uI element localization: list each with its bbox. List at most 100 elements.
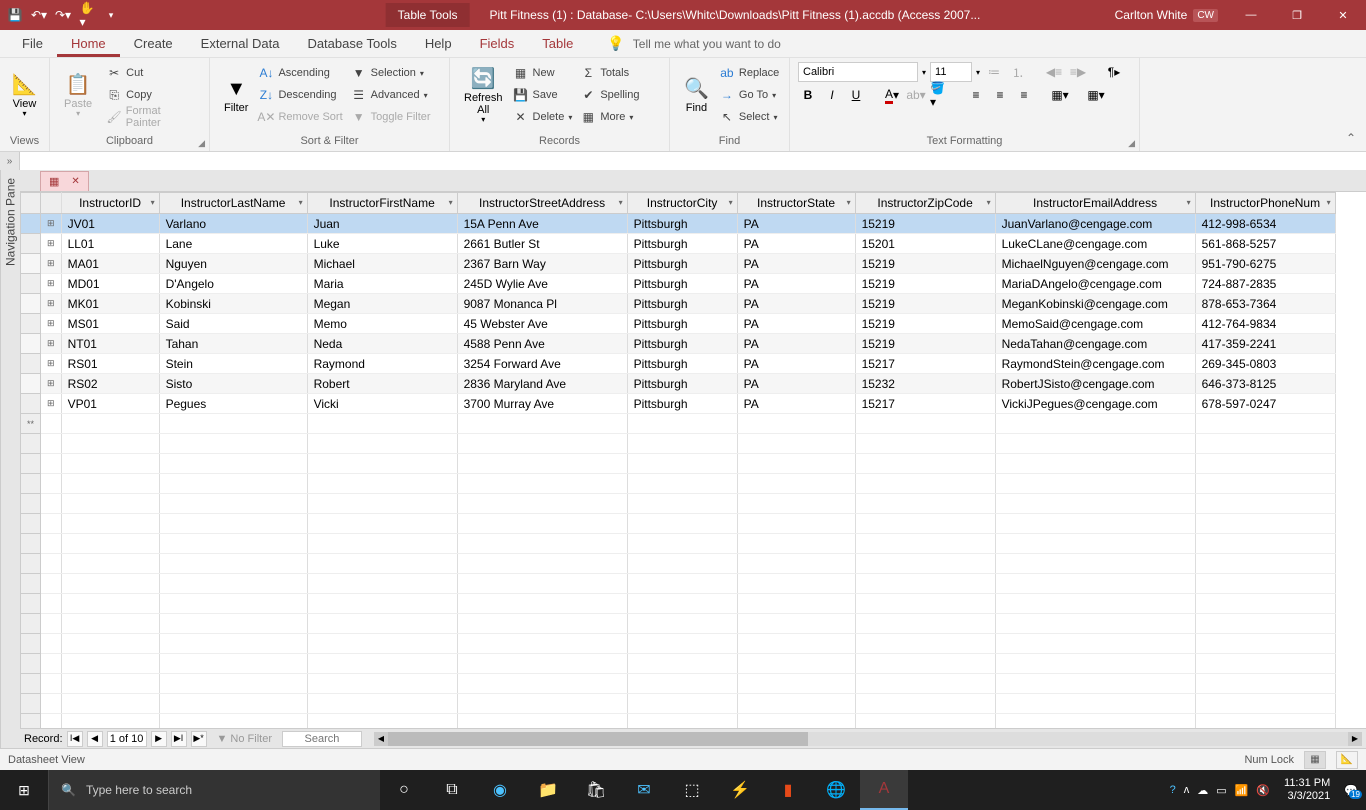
table-row[interactable]: ⊞RS02SistoRobert2836 Maryland AvePittsbu… [21,374,1336,394]
table-row[interactable]: ⊞MK01KobinskiMegan9087 Monanca PlPittsbu… [21,294,1336,314]
access-icon[interactable]: A [860,770,908,810]
cell[interactable]: 2367 Barn Way [457,254,627,274]
cell[interactable]: 678-597-0247 [1195,394,1335,414]
cell[interactable]: 245D Wylie Ave [457,274,627,294]
cell[interactable]: 15217 [855,394,995,414]
tab-file[interactable]: File [8,30,57,57]
cell[interactable]: Pittsburgh [627,254,737,274]
cell[interactable] [627,414,737,434]
help-tray-icon[interactable]: ? [1170,784,1176,796]
cell[interactable]: Pittsburgh [627,214,737,234]
wifi-icon[interactable]: 📶 [1235,784,1249,797]
cell[interactable]: 269-345-0803 [1195,354,1335,374]
advanced-button[interactable]: ☰Advanced▾ [347,84,435,106]
delete-button[interactable]: ✕Delete▾ [509,106,577,128]
new-record-row[interactable]: * [21,414,1336,434]
dropbox-icon[interactable]: ⬚ [668,770,716,810]
expand-icon[interactable]: ⊞ [41,274,62,294]
scroll-right-icon[interactable]: ▶ [1348,732,1362,746]
cell[interactable]: 412-764-9834 [1195,314,1335,334]
cell[interactable]: PA [737,254,855,274]
column-dropdown-icon[interactable]: ▾ [1187,198,1191,207]
cell[interactable]: 412-998-6534 [1195,214,1335,234]
column-dropdown-icon[interactable]: ▾ [449,198,453,207]
expand-icon[interactable]: ⊞ [41,234,62,254]
cell[interactable]: 15219 [855,314,995,334]
decrease-indent-icon[interactable]: ◀≡ [1044,62,1064,82]
office-icon[interactable]: ▮ [764,770,812,810]
expand-icon[interactable]: ⊞ [41,254,62,274]
cell[interactable]: Vicki [307,394,457,414]
cell[interactable]: 646-373-8125 [1195,374,1335,394]
italic-button[interactable]: I [822,85,842,105]
cell[interactable]: Luke [307,234,457,254]
cell[interactable]: MemoSaid@cengage.com [995,314,1195,334]
column-header[interactable]: InstructorStreetAddress▾ [457,193,627,214]
cell[interactable]: Memo [307,314,457,334]
cell[interactable]: VP01 [61,394,159,414]
cell[interactable]: 3700 Murray Ave [457,394,627,414]
numbering-icon[interactable]: ⒈ [1008,62,1028,82]
cell[interactable]: 15232 [855,374,995,394]
spelling-button[interactable]: ✔Spelling [576,84,643,106]
tab-fields[interactable]: Fields [466,30,529,57]
tab-external-data[interactable]: External Data [187,30,294,57]
align-center-button[interactable]: ≡ [990,85,1010,105]
cell[interactable]: Pittsburgh [627,234,737,254]
cell[interactable]: 15A Penn Ave [457,214,627,234]
volume-icon[interactable]: 🔇 [1256,784,1270,797]
column-header[interactable]: InstructorEmailAddress▾ [995,193,1195,214]
expand-icon[interactable]: ⊞ [41,394,62,414]
replace-button[interactable]: abReplace [715,62,783,84]
cell[interactable]: Pittsburgh [627,354,737,374]
table-row[interactable]: ⊞MD01D'AngeloMaria245D Wylie AvePittsbur… [21,274,1336,294]
table-row[interactable]: ⊞RS01SteinRaymond3254 Forward AvePittsbu… [21,354,1336,374]
prev-record-button[interactable]: ◀ [87,731,103,747]
qat-customize-icon[interactable]: ▾ [104,8,118,22]
tab-table[interactable]: Table [528,30,587,57]
column-header[interactable]: InstructorLastName▾ [159,193,307,214]
totals-button[interactable]: ΣTotals [576,62,643,84]
column-header[interactable]: InstructorZipCode▾ [855,193,995,214]
table-row[interactable]: ⊞MS01SaidMemo45 Webster AvePittsburghPA1… [21,314,1336,334]
mail-icon[interactable]: ✉ [620,770,668,810]
cell[interactable] [737,414,855,434]
gridlines-button[interactable]: ▦▾ [1050,85,1070,105]
datasheet-view-button[interactable]: ▦ [1304,751,1326,769]
cell[interactable]: Pittsburgh [627,394,737,414]
row-selector[interactable] [21,394,41,414]
task-view-icon[interactable]: ⧉ [428,770,476,810]
cell[interactable]: Pegues [159,394,307,414]
cell[interactable]: PA [737,374,855,394]
cell[interactable]: NedaTahan@cengage.com [995,334,1195,354]
cell[interactable]: PA [737,214,855,234]
cell[interactable]: 15219 [855,274,995,294]
cell[interactable] [61,414,159,434]
tab-database-tools[interactable]: Database Tools [293,30,410,57]
cell[interactable]: PA [737,274,855,294]
navpane-toggle-icon[interactable]: » [0,152,20,170]
undo-icon[interactable]: ↶▾ [32,8,46,22]
table-row[interactable]: ⊞VP01PeguesVicki3700 Murray AvePittsburg… [21,394,1336,414]
cell[interactable]: 2661 Butler St [457,234,627,254]
cell[interactable]: Pittsburgh [627,374,737,394]
row-selector[interactable] [21,234,41,254]
cell[interactable]: MariaDAngelo@cengage.com [995,274,1195,294]
cell[interactable]: Robert [307,374,457,394]
cell[interactable]: Maria [307,274,457,294]
underline-button[interactable]: U [846,85,866,105]
fill-color-button[interactable]: 🪣▾ [930,85,950,105]
cell[interactable]: MeganKobinski@cengage.com [995,294,1195,314]
expand-icon[interactable]: ⊞ [41,354,62,374]
cell[interactable]: 417-359-2241 [1195,334,1335,354]
cell[interactable]: Pittsburgh [627,274,737,294]
cell[interactable]: 15217 [855,354,995,374]
cell[interactable]: RaymondStein@cengage.com [995,354,1195,374]
row-selector[interactable] [21,274,41,294]
cut-button[interactable]: ✂Cut [102,62,201,84]
cell[interactable]: LL01 [61,234,159,254]
cell[interactable]: Nguyen [159,254,307,274]
cell[interactable]: Stein [159,354,307,374]
column-dropdown-icon[interactable]: ▾ [1327,198,1331,207]
cell[interactable]: Varlano [159,214,307,234]
